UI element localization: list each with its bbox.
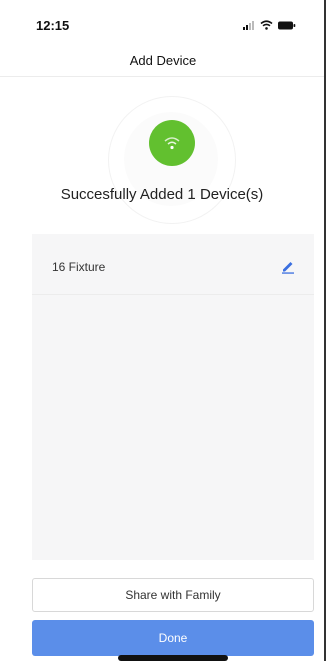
success-message: Succesfully Added 1 Device(s) — [60, 186, 264, 203]
device-name: 16 Fixture — [52, 260, 106, 274]
wifi-status-icon — [260, 20, 273, 30]
share-with-family-button[interactable]: Share with Family — [32, 578, 314, 612]
success-indicator — [149, 120, 195, 166]
home-indicator — [118, 655, 228, 661]
status-icons — [243, 20, 296, 30]
nav-header: Add Device — [0, 40, 324, 77]
device-list: 16 Fixture — [32, 234, 314, 560]
battery-icon — [278, 21, 296, 29]
cellular-signal-icon — [243, 21, 254, 30]
done-button[interactable]: Done — [32, 620, 314, 656]
status-time: 12:15 — [36, 18, 70, 33]
app-screen: 12:15 Add Device Succesfully Added 1 Dev… — [0, 0, 326, 661]
status-bar: 12:15 — [0, 0, 324, 40]
wifi-icon — [164, 137, 180, 150]
page-title: Add Device — [129, 53, 197, 68]
device-item[interactable]: 16 Fixture — [32, 234, 314, 295]
pencil-icon[interactable] — [280, 258, 296, 274]
